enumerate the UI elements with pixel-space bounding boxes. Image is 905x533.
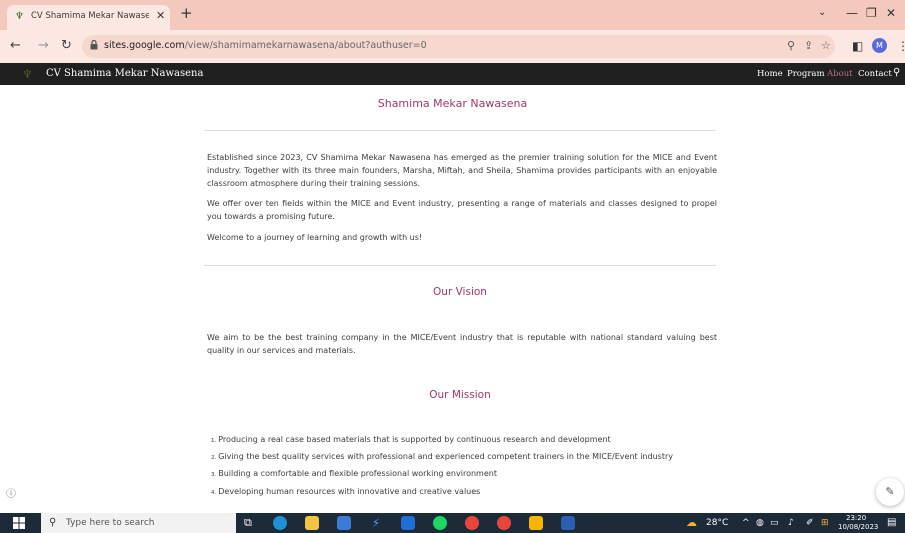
clock-time[interactable]: 23:20 [846,514,866,522]
divider [204,130,716,131]
tab-search-chevron-icon[interactable]: ⌄ [818,6,826,20]
info-icon[interactable]: ⓘ [6,489,16,501]
browser-tab-bar: ♆ CV Shamima Mekar Nawasena - About ✕ + … [0,0,905,30]
edge-icon[interactable] [273,516,287,530]
weather-icon[interactable]: ☁ [686,515,697,531]
site-title[interactable]: CV Shamima Mekar Nawasena [46,68,203,79]
windows-start-icon[interactable] [13,517,25,529]
bookmark-star-icon[interactable]: ☆ [821,39,831,53]
network-icon[interactable]: ▭ [770,517,779,529]
reload-icon[interactable]: ↻ [61,39,72,53]
file-explorer-icon[interactable] [305,516,319,530]
lock-icon [90,40,98,50]
browser-tab-active[interactable]: ♆ CV Shamima Mekar Nawasena - About ✕ [7,5,170,30]
sticky-notes-icon[interactable] [529,516,543,530]
chrome-icon[interactable] [497,516,511,530]
tray-chevron-icon[interactable]: ^ [742,517,750,529]
word-icon[interactable] [561,516,575,530]
clock-date[interactable]: 10/08/2023 [838,523,878,531]
share-icon[interactable]: ⇪ [804,39,813,53]
mail-icon[interactable] [401,516,415,530]
nav-about[interactable]: About [827,69,853,79]
site-search-icon[interactable]: ⚲ [893,67,900,79]
back-arrow-icon[interactable]: ← [10,39,21,53]
language-icon[interactable]: ⊞ [821,517,829,529]
windows-taskbar: ⚲ Type here to search ⧉ ⚡ ☁ 28°C ^ ◍ ▭ ♪… [0,513,905,533]
window-close-button[interactable]: ✕ [886,6,896,20]
nav-contact[interactable]: Contact [858,69,892,79]
tray-app-icon[interactable]: ◍ [756,517,764,529]
brand-title: Shamima Mekar Nawasena [377,97,528,110]
site-favicon-icon: ♆ [15,11,24,22]
mission-item: 1. Producing a real case based materials … [211,435,611,444]
zoom-icon[interactable]: ⚲ [787,39,795,53]
edit-pencil-button[interactable]: ✎ [876,478,904,506]
mission-item: 4. Developing human resources with innova… [211,487,481,496]
nav-program[interactable]: Program [787,69,825,79]
pen-icon[interactable]: ✐ [806,517,814,529]
divider [204,265,716,266]
site-logo-icon[interactable]: ♆ [22,66,36,82]
volume-icon[interactable]: ♪ [788,517,794,529]
tab-title: CV Shamima Mekar Nawasena - About [31,11,149,21]
address-bar[interactable]: sites.google.com/view/shamimamekarnawase… [82,35,835,58]
side-panel-icon[interactable]: ◧ [852,39,863,53]
taskbar-search-box[interactable]: ⚲ Type here to search [41,513,236,533]
spotify-icon[interactable] [433,516,447,530]
browser-toolbar: ← → ↻ sites.google.com/view/shamimamekar… [0,30,905,63]
lightning-app-icon[interactable]: ⚡ [369,516,383,530]
site-header: ♆ CV Shamima Mekar Nawasena Home Program… [0,63,905,85]
nav-home[interactable]: Home [757,69,783,79]
about-paragraph: Welcome to a journey of learning and gro… [207,233,423,242]
mission-item: 2. Giving the best quality services with … [211,452,673,461]
about-paragraph: We offer over ten fields within the MICE… [207,199,717,221]
chrome-profile-icon[interactable] [465,516,479,530]
taskbar-search-placeholder: Type here to search [66,518,155,528]
store-icon[interactable] [337,516,351,530]
profile-avatar[interactable]: M [872,38,887,53]
task-view-icon[interactable]: ⧉ [244,517,252,529]
browser-menu-icon[interactable]: ⋮ [897,39,905,53]
about-paragraph: Established since 2023, CV Shamima Mekar… [207,153,717,188]
page-content: Shamima Mekar Nawasena Established since… [0,85,905,513]
vision-text: We aim to be the best training company i… [207,333,717,355]
tab-close-icon[interactable]: ✕ [156,10,165,22]
window-minimize-button[interactable]: — [846,6,858,20]
new-tab-button[interactable]: + [180,5,193,21]
window-restore-button[interactable]: ❐ [866,6,877,20]
mission-item: 3. Building a comfortable and flexible pr… [211,469,497,478]
forward-arrow-icon[interactable]: → [38,39,49,53]
vision-title: Our Vision [433,286,487,298]
url-text: sites.google.com/view/shamimamekarnawase… [104,40,427,51]
search-icon: ⚲ [49,517,57,528]
temperature[interactable]: 28°C [706,518,728,528]
notification-icon[interactable]: ▤ [887,517,896,529]
mission-title: Our Mission [429,389,491,401]
